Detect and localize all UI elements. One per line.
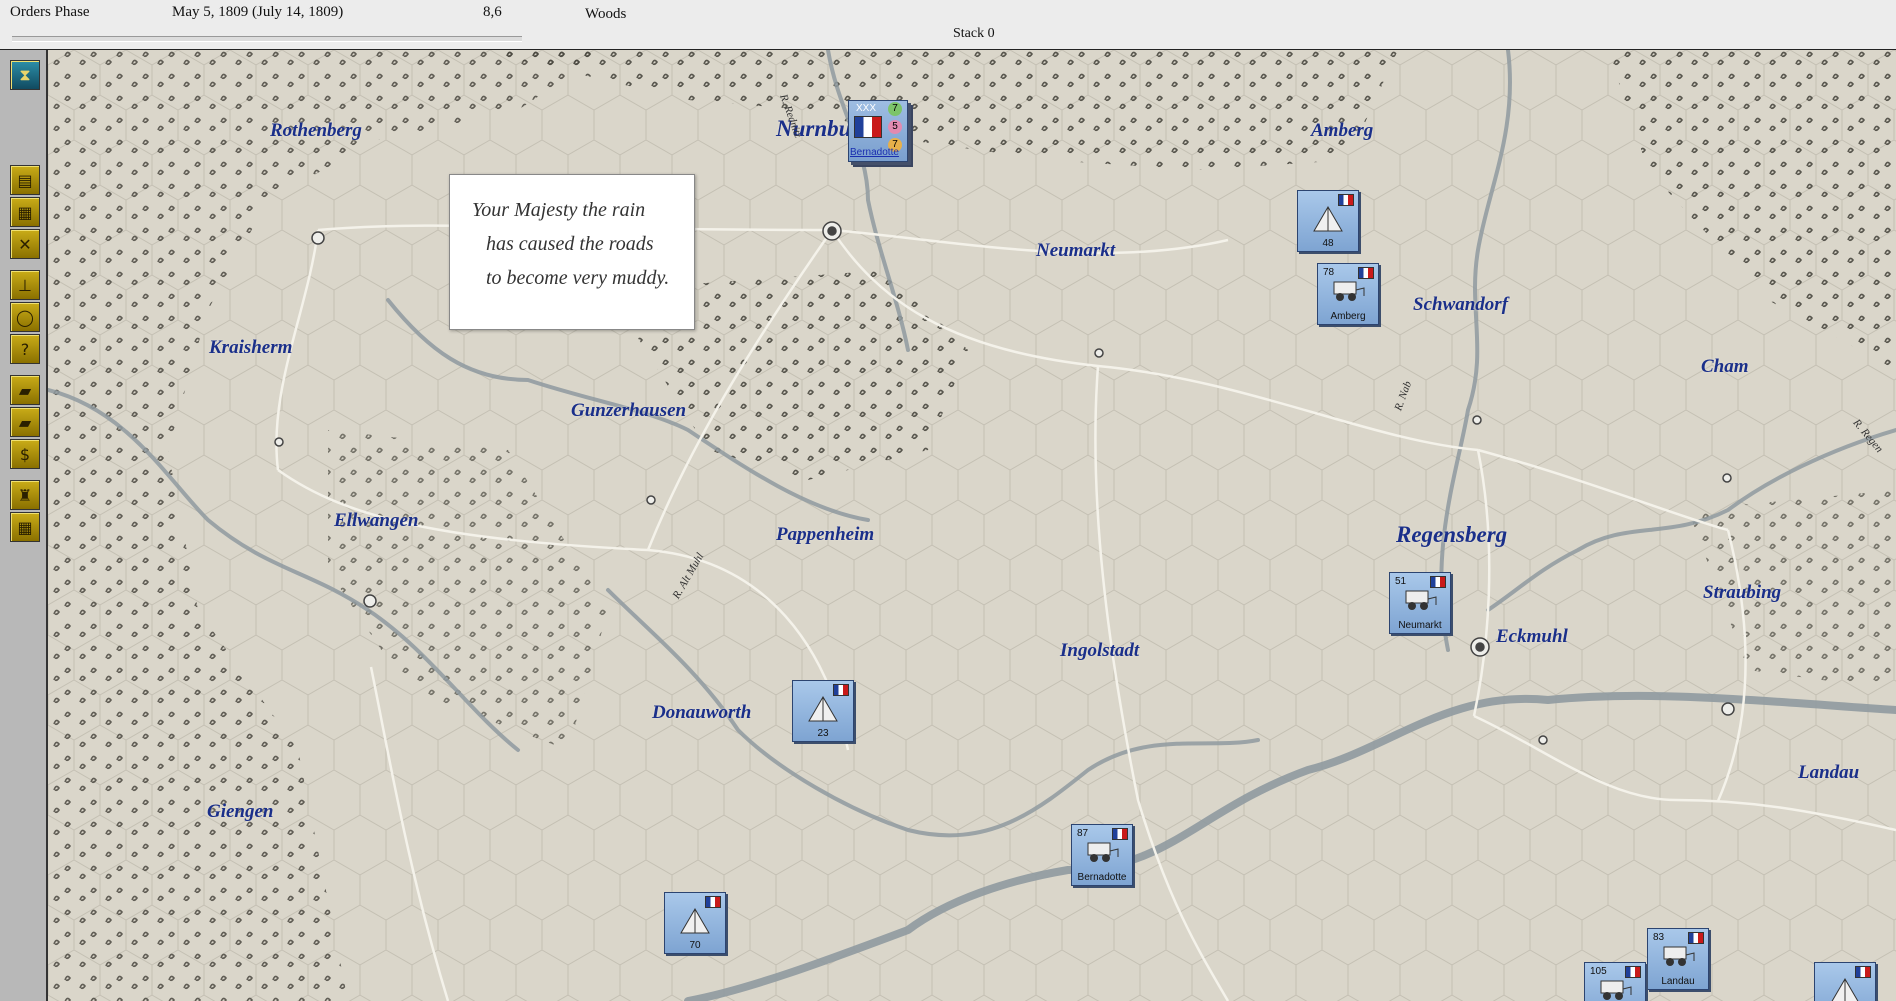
strength-badge: 7: [888, 102, 902, 116]
message-line: to become very muddy.: [486, 267, 670, 289]
wagon-icon: [1663, 946, 1695, 966]
ring-icon[interactable]: ◯: [10, 302, 40, 332]
supply-wagon-unit[interactable]: 51 Neumarkt: [1389, 572, 1451, 634]
city-label: Eckmuhl: [1496, 626, 1568, 647]
wagon-icon: [1333, 281, 1365, 301]
tent-icon: [680, 908, 710, 934]
campaign-map[interactable]: Rothenberg Nurnburg Amberg Neumarkt Schw…: [48, 50, 1896, 1001]
trophy-icon[interactable]: ♜: [10, 480, 40, 510]
city-label: Straubing: [1703, 582, 1782, 603]
supply-wagon-unit[interactable]: 83 Landau: [1647, 928, 1709, 990]
supply-wagon-unit[interactable]: 105: [1584, 962, 1646, 1001]
tent-icon: [1313, 206, 1343, 232]
city-label: Cham: [1701, 356, 1749, 377]
morale-badge: 5: [888, 120, 902, 134]
city-label: Pappenheim: [776, 524, 875, 545]
city-label: Ellwangen: [334, 510, 419, 531]
depot-unit[interactable]: 48: [1297, 190, 1359, 252]
command-sidebar: ⧗ ▤ ▦ ✕ ⊥ ◯ ? ▰ ▰ $ ♜ ▦: [0, 50, 48, 1001]
org-chart-icon[interactable]: ⊥: [10, 270, 40, 300]
depot-unit[interactable]: 70: [664, 892, 726, 954]
flag-icon: [854, 116, 882, 138]
depot-unit[interactable]: [1814, 962, 1876, 1001]
message-line: Your Majesty the rain: [472, 199, 646, 221]
city-label: Landau: [1798, 762, 1860, 783]
hourglass-icon[interactable]: ⧗: [10, 60, 40, 90]
corps-counter[interactable]: XXX 7 5 7 Bernadotte: [848, 100, 918, 168]
corps-commander-link[interactable]: Bernadotte: [850, 147, 899, 158]
supply-wagon-unit[interactable]: 87 Bernadotte: [1071, 824, 1133, 886]
supply-wagon-unit[interactable]: 78 Amberg: [1317, 263, 1379, 325]
city-label: Neumarkt: [1036, 240, 1116, 261]
phase-label: Orders Phase: [10, 4, 90, 20]
crossed-swords-icon[interactable]: ✕: [10, 229, 40, 259]
message-line: has caused the roads: [486, 233, 654, 255]
city-label: Rothenberg: [270, 120, 362, 141]
city-label: Kraisherm: [209, 337, 293, 358]
date-label: May 5, 1809 (July 14, 1809): [172, 4, 344, 20]
gold-bars-plus-icon[interactable]: ▰: [10, 407, 40, 437]
event-message-box: Your Majesty the rain has caused the roa…: [449, 174, 695, 330]
progress-bar: [12, 36, 522, 42]
wagon-icon: [1405, 590, 1437, 610]
tent-icon: [1831, 978, 1859, 1001]
grid-icon[interactable]: ▦: [10, 512, 40, 542]
terrain-label: Woods: [585, 6, 627, 22]
city-label: Schwandorf: [1413, 294, 1509, 315]
ledger-icon[interactable]: ▤: [10, 165, 40, 195]
wagon-icon: [1087, 842, 1119, 862]
wagon-icon: [1600, 980, 1632, 1000]
stack-label: Stack 0: [953, 26, 995, 41]
city-label: Regensberg: [1396, 522, 1508, 547]
city-label: Ingolstadt: [1060, 640, 1140, 661]
stack-icon[interactable]: ▦: [10, 197, 40, 227]
status-bar: Orders Phase May 5, 1809 (July 14, 1809)…: [0, 0, 1896, 51]
hex-coordinate: 8,6: [483, 4, 502, 20]
dollar-icon[interactable]: $: [10, 439, 40, 469]
corps-size: XXX: [856, 103, 877, 114]
city-label: Gunzerhausen: [571, 400, 687, 421]
tent-icon: [808, 696, 838, 722]
depot-unit[interactable]: 23: [792, 680, 854, 742]
help-icon[interactable]: ?: [10, 334, 40, 364]
city-label: Giengen: [207, 801, 274, 822]
map-terrain: [48, 50, 1896, 1001]
city-label: Amberg: [1311, 120, 1374, 141]
gold-bars-icon[interactable]: ▰: [10, 375, 40, 405]
city-label: Donauworth: [652, 702, 752, 723]
